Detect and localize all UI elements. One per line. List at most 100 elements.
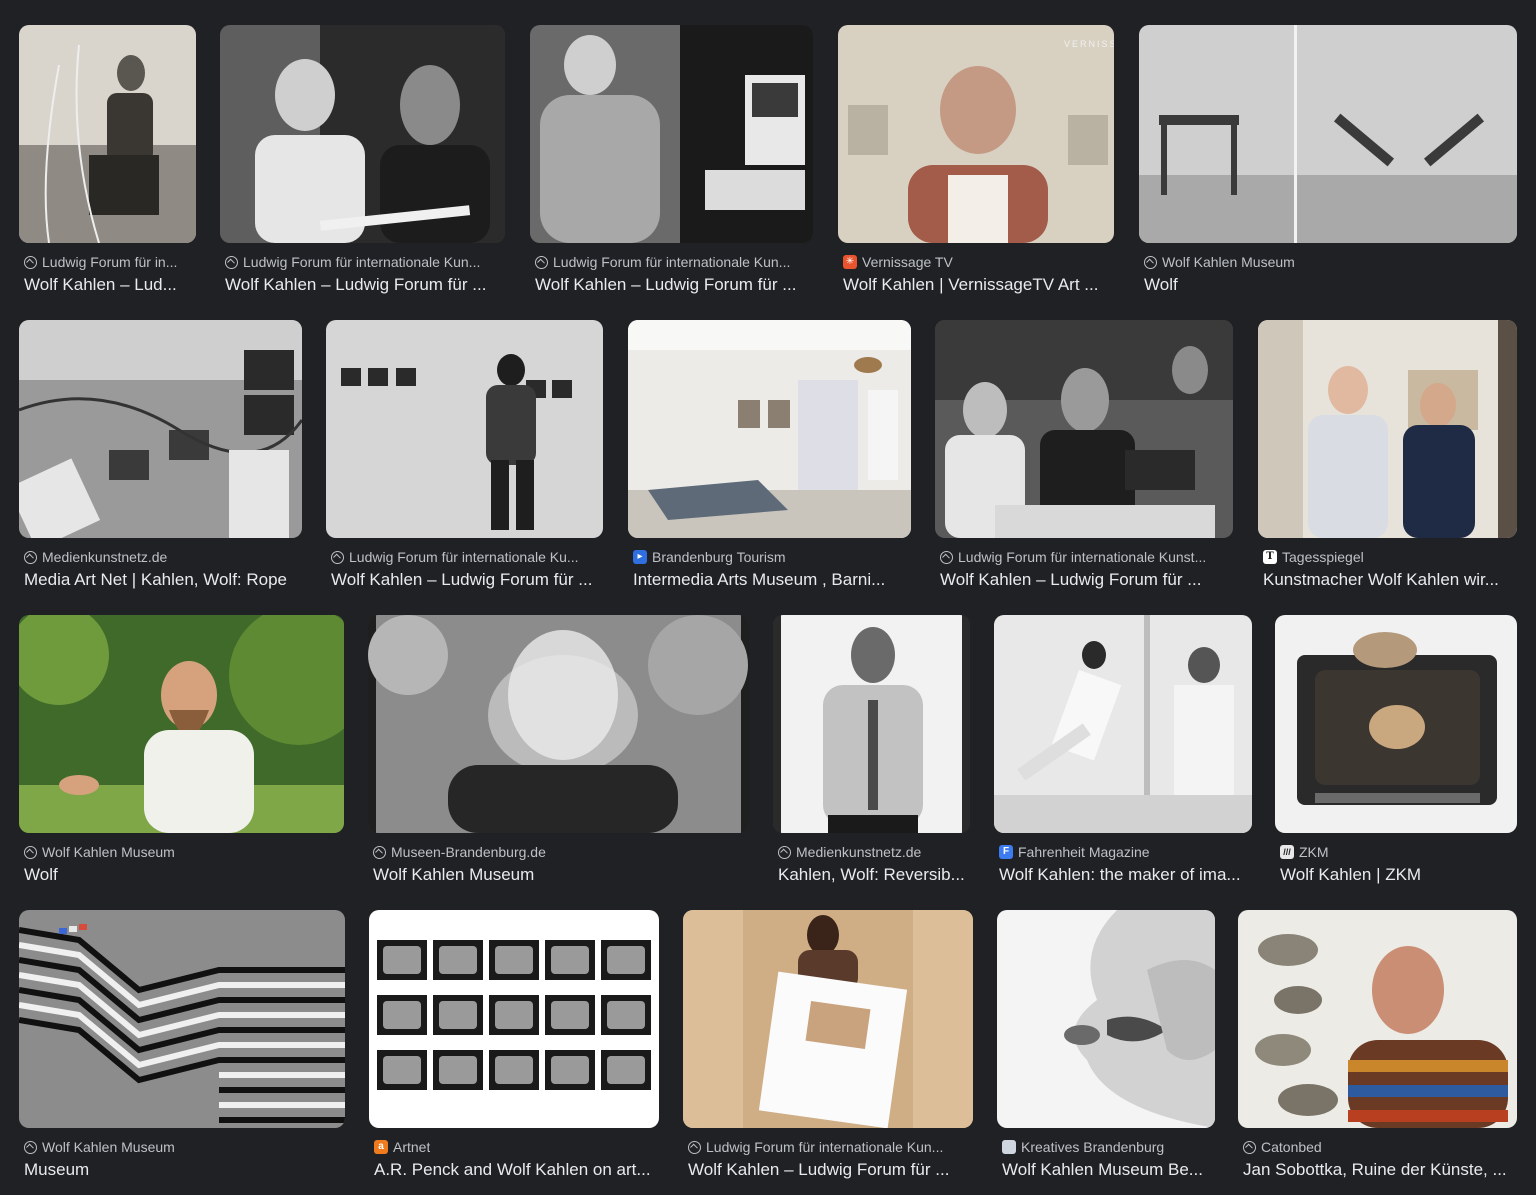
- source-label: Medienkunstnetz.de: [42, 549, 168, 565]
- thumbnail-image: [19, 25, 196, 243]
- globe-icon: [373, 845, 386, 859]
- result-thumbnail[interactable]: [1275, 615, 1517, 833]
- globe-icon: [331, 550, 344, 564]
- source-label: Wolf Kahlen Museum: [42, 1139, 175, 1155]
- source-label: Wolf Kahlen Museum: [42, 844, 175, 860]
- result-thumbnail[interactable]: [935, 320, 1233, 538]
- globe-icon: [778, 845, 791, 859]
- result-source: Ludwig Forum für internationale Kun...: [688, 1138, 969, 1156]
- result-source: T Tagesspiegel: [1263, 548, 1513, 566]
- result-title[interactable]: Wolf: [24, 864, 340, 886]
- zkm-icon: ///: [1280, 845, 1294, 859]
- result-source: a Artnet: [374, 1138, 655, 1156]
- thumbnail-image: [369, 910, 659, 1128]
- source-label: Catonbed: [1261, 1139, 1322, 1155]
- result-title[interactable]: Wolf Kahlen – Ludwig Forum für ...: [940, 569, 1229, 591]
- result-thumbnail[interactable]: [773, 615, 970, 833]
- globe-icon: [24, 550, 37, 564]
- thumbnail-image: [1139, 25, 1517, 243]
- result-source: F Fahrenheit Magazine: [999, 843, 1248, 861]
- result-source: Ludwig Forum für internationale Ku...: [331, 548, 599, 566]
- result-title[interactable]: Wolf Kahlen | ZKM: [1280, 864, 1513, 886]
- source-label: Artnet: [393, 1139, 431, 1155]
- result-thumbnail[interactable]: [19, 615, 344, 833]
- source-label: Ludwig Forum für internationale Ku...: [349, 549, 579, 565]
- result-thumbnail[interactable]: [220, 25, 505, 243]
- globe-icon: [225, 255, 238, 269]
- result-source: Ludwig Forum für in...: [24, 253, 192, 271]
- globe-icon: [1144, 255, 1157, 269]
- result-thumbnail[interactable]: [994, 615, 1252, 833]
- result-thumbnail[interactable]: [683, 910, 973, 1128]
- result-thumbnail[interactable]: [19, 320, 302, 538]
- artnet-icon: a: [374, 1140, 388, 1154]
- source-label: Tagesspiegel: [1282, 549, 1364, 565]
- fahrenheit-icon: F: [999, 845, 1013, 859]
- result-title[interactable]: Wolf: [1144, 274, 1513, 296]
- thumbnail-image: VERNISS: [838, 25, 1114, 243]
- source-label: Brandenburg Tourism: [652, 549, 786, 565]
- result-thumbnail[interactable]: [326, 320, 603, 538]
- thumbnail-image: [994, 615, 1252, 833]
- globe-icon: [24, 845, 37, 859]
- source-label: Vernissage TV: [862, 254, 953, 270]
- result-thumbnail[interactable]: [19, 25, 196, 243]
- result-source: Wolf Kahlen Museum: [24, 1138, 341, 1156]
- kreatives-brandenburg-icon: [1002, 1140, 1016, 1154]
- thumbnail-image: [1258, 320, 1517, 538]
- source-label: Wolf Kahlen Museum: [1162, 254, 1295, 270]
- brandenburg-tourism-icon: ▸: [633, 550, 647, 564]
- result-thumbnail[interactable]: [368, 615, 749, 833]
- result-title[interactable]: Wolf Kahlen – Ludwig Forum für ...: [535, 274, 809, 296]
- result-title[interactable]: Museum: [24, 1159, 341, 1181]
- source-label: ZKM: [1299, 844, 1329, 860]
- globe-icon: [1243, 1140, 1256, 1154]
- result-title[interactable]: Wolf Kahlen | VernissageTV Art ...: [843, 274, 1110, 296]
- result-title[interactable]: A.R. Penck and Wolf Kahlen on art...: [374, 1159, 655, 1181]
- result-source: Catonbed: [1243, 1138, 1513, 1156]
- result-title[interactable]: Wolf Kahlen: the maker of ima...: [999, 864, 1248, 886]
- result-thumbnail[interactable]: [530, 25, 813, 243]
- source-label: Fahrenheit Magazine: [1018, 844, 1150, 860]
- result-thumbnail[interactable]: [1238, 910, 1517, 1128]
- vernissage-watermark: VERNISS: [1064, 39, 1114, 49]
- result-title[interactable]: Wolf Kahlen – Ludwig Forum für ...: [688, 1159, 969, 1181]
- source-label: Kreatives Brandenburg: [1021, 1139, 1165, 1155]
- result-thumbnail[interactable]: [1139, 25, 1517, 243]
- result-source: Ludwig Forum für internationale Kunst...: [940, 548, 1229, 566]
- result-title[interactable]: Wolf Kahlen – Lud...: [24, 274, 192, 296]
- result-title[interactable]: Kunstmacher Wolf Kahlen wir...: [1263, 569, 1513, 591]
- result-source: Wolf Kahlen Museum: [1144, 253, 1513, 271]
- globe-icon: [940, 550, 953, 564]
- result-thumbnail[interactable]: [628, 320, 911, 538]
- source-label: Ludwig Forum für internationale Kunst...: [958, 549, 1207, 565]
- result-title[interactable]: Media Art Net | Kahlen, Wolf: Rope: [24, 569, 298, 591]
- result-source: Medienkunstnetz.de: [778, 843, 966, 861]
- result-title[interactable]: Wolf Kahlen – Ludwig Forum für ...: [331, 569, 599, 591]
- result-thumbnail[interactable]: [997, 910, 1215, 1128]
- result-thumbnail[interactable]: [369, 910, 659, 1128]
- result-title[interactable]: Kahlen, Wolf: Reversib...: [778, 864, 966, 886]
- result-source: ✳ Vernissage TV: [843, 253, 1110, 271]
- result-title[interactable]: Intermedia Arts Museum , Barni...: [633, 569, 907, 591]
- result-source: Wolf Kahlen Museum: [24, 843, 340, 861]
- result-title[interactable]: Wolf Kahlen – Ludwig Forum für ...: [225, 274, 501, 296]
- thumbnail-image: [220, 25, 505, 243]
- result-title[interactable]: Wolf Kahlen Museum Be...: [1002, 1159, 1211, 1181]
- thumbnail-image: [683, 910, 973, 1128]
- result-source: ▸ Brandenburg Tourism: [633, 548, 907, 566]
- result-thumbnail[interactable]: VERNISS: [838, 25, 1114, 243]
- globe-icon: [535, 255, 548, 269]
- thumbnail-image: [773, 615, 970, 833]
- vernissage-tv-icon: ✳: [843, 255, 857, 269]
- thumbnail-image: [530, 25, 813, 243]
- result-title[interactable]: Jan Sobottka, Ruine der Künste, ...: [1243, 1159, 1513, 1181]
- result-source: Museen-Brandenburg.de: [373, 843, 745, 861]
- thumbnail-image: [1275, 615, 1517, 833]
- source-label: Museen-Brandenburg.de: [391, 844, 546, 860]
- result-title[interactable]: Wolf Kahlen Museum: [373, 864, 745, 886]
- result-thumbnail[interactable]: [19, 910, 345, 1128]
- tagesspiegel-icon: T: [1263, 550, 1277, 564]
- result-thumbnail[interactable]: [1258, 320, 1517, 538]
- result-source: Ludwig Forum für internationale Kun...: [535, 253, 809, 271]
